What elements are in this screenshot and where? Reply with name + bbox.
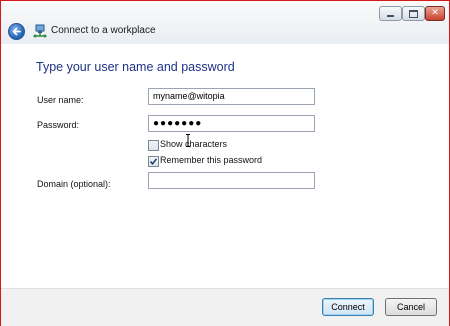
title-bar: ✕ Connect to a workplace <box>1 1 449 44</box>
minimize-icon <box>380 7 401 20</box>
dialog-content: Type your user name and password User na… <box>1 44 449 288</box>
checkmark-icon <box>149 158 158 165</box>
password-label: Password: <box>37 120 80 130</box>
text-cursor-icon <box>186 134 190 147</box>
show-characters-checkbox[interactable] <box>148 140 159 151</box>
username-label: User name: <box>37 95 84 105</box>
remember-password-checkbox[interactable] <box>148 156 159 167</box>
maximize-icon <box>403 7 424 20</box>
show-characters-label: Show characters <box>160 139 228 149</box>
connect-button[interactable]: Connect <box>322 298 374 316</box>
domain-input[interactable] <box>148 172 315 189</box>
close-button[interactable]: ✕ <box>425 6 445 21</box>
dialog-window: ✕ Connect to a workplace Type your user … <box>0 0 450 326</box>
close-icon: ✕ <box>431 8 439 18</box>
back-arrow-icon <box>12 27 21 36</box>
domain-label: Domain (optional): <box>37 179 111 189</box>
remember-password-label: Remember this password <box>160 155 263 165</box>
minimize-button[interactable] <box>379 6 402 21</box>
back-button[interactable] <box>8 23 25 40</box>
password-input[interactable]: ●●●●●●● <box>148 115 315 132</box>
cancel-button[interactable]: Cancel <box>385 298 437 316</box>
page-heading: Type your user name and password <box>36 60 235 74</box>
network-connection-icon <box>33 24 47 38</box>
username-input[interactable]: myname@witopia <box>148 88 315 105</box>
window-title: Connect to a workplace <box>51 25 156 36</box>
dialog-footer: Connect Cancel <box>1 288 449 326</box>
maximize-button[interactable] <box>402 6 425 21</box>
